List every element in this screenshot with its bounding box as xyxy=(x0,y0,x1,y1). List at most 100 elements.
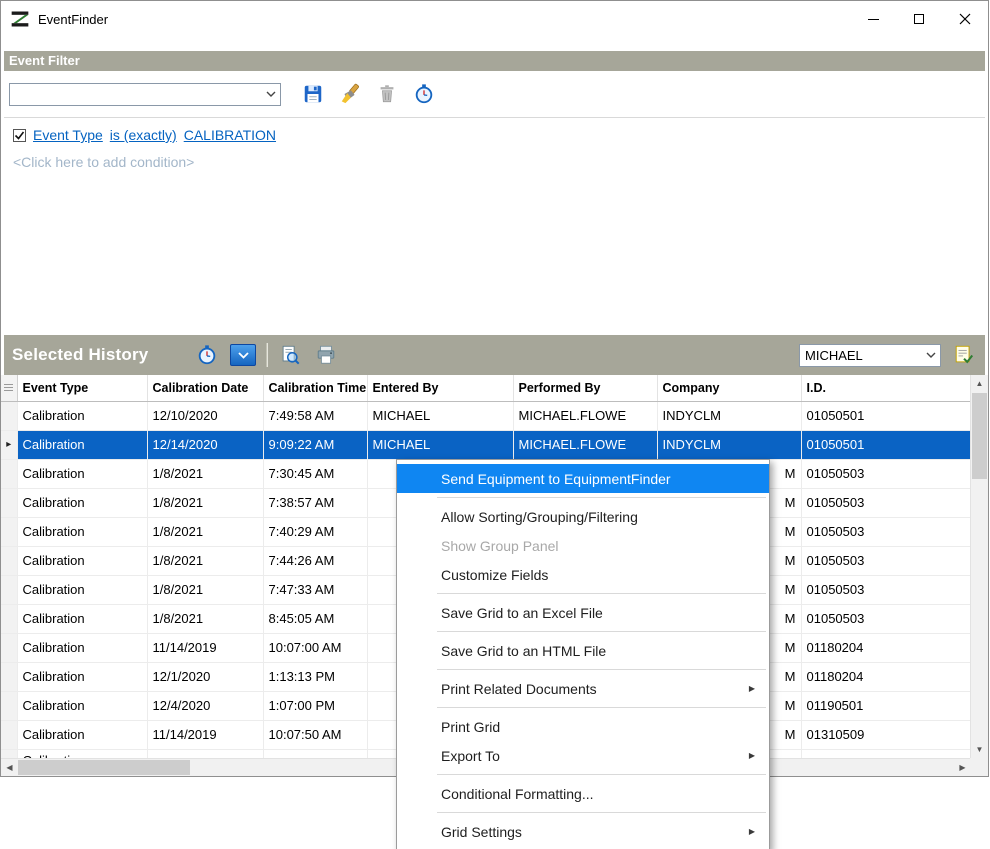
column-header-company[interactable]: Company xyxy=(657,375,801,401)
menu-item[interactable]: Save Grid to an Excel File xyxy=(397,598,769,627)
chevron-down-icon[interactable] xyxy=(262,84,280,105)
cell-id[interactable]: 01050503 xyxy=(801,488,971,517)
menu-item[interactable]: Send Equipment to EquipmentFinder xyxy=(397,464,769,493)
cell-id[interactable]: 01050503 xyxy=(801,459,971,488)
cell-time[interactable]: 7:44:26 AM xyxy=(263,546,367,575)
cell-time[interactable]: 7:38:57 AM xyxy=(263,488,367,517)
cell-event_type[interactable]: Calibration xyxy=(17,604,147,633)
cell-id[interactable]: 01050503 xyxy=(801,546,971,575)
cell-id[interactable]: 01050503 xyxy=(801,575,971,604)
delete-filter-button[interactable] xyxy=(374,81,400,107)
timer-button[interactable] xyxy=(411,81,437,107)
scroll-up-button[interactable]: ▲ xyxy=(971,375,988,392)
cell-event_type[interactable]: Calibration xyxy=(17,633,147,662)
cell-company[interactable]: INDYCLM xyxy=(657,430,801,459)
cell-date[interactable]: 12/4/2020 xyxy=(147,691,263,720)
cell-time[interactable]: 10:07:00 AM xyxy=(263,633,367,662)
save-filter-button[interactable] xyxy=(300,81,326,107)
condition-value-link[interactable]: CALIBRATION xyxy=(184,127,276,143)
cell-date[interactable]: 11/14/2019 xyxy=(147,720,263,749)
menu-item[interactable]: Grid Settings▶ xyxy=(397,817,769,846)
cell-id[interactable]: 01050501 xyxy=(801,401,971,430)
cell-date[interactable]: 12/14/2020 xyxy=(147,430,263,459)
column-header-performed-by[interactable]: Performed By xyxy=(513,375,657,401)
cell-event_type[interactable]: Calibration xyxy=(17,575,147,604)
cell-date[interactable]: 1/8/2021 xyxy=(147,488,263,517)
column-header-calibration-date[interactable]: Calibration Date xyxy=(147,375,263,401)
cell-id[interactable]: 01190501 xyxy=(801,691,971,720)
menu-item[interactable]: Customize Fields xyxy=(397,560,769,589)
cell-event_type[interactable]: Calibration xyxy=(17,546,147,575)
cell-event_type[interactable]: Calibration xyxy=(17,517,147,546)
cell-id[interactable]: 01050503 xyxy=(801,604,971,633)
cell-id[interactable]: 01050503 xyxy=(801,517,971,546)
menu-item[interactable]: Print Grid xyxy=(397,712,769,741)
clear-filter-button[interactable] xyxy=(337,81,363,107)
column-header-id[interactable]: I.D. xyxy=(801,375,971,401)
cell-entered_by[interactable]: MICHAEL xyxy=(367,401,513,430)
cell-event_type[interactable]: Calibration xyxy=(17,691,147,720)
cell-date[interactable]: 12/10/2020 xyxy=(147,401,263,430)
cell-date[interactable]: 1/8/2021 xyxy=(147,517,263,546)
cell-id[interactable]: 01180204 xyxy=(801,633,971,662)
edit-list-button[interactable] xyxy=(951,342,977,368)
cell-id[interactable]: 01310509 xyxy=(801,720,971,749)
vertical-scrollbar-thumb[interactable] xyxy=(972,393,987,479)
cell-time[interactable]: 7:30:45 AM xyxy=(263,459,367,488)
add-condition-link[interactable]: <Click here to add condition> xyxy=(13,154,976,170)
menu-item[interactable]: Print Related Documents▶ xyxy=(397,674,769,703)
cell-time[interactable]: 1:07:00 PM xyxy=(263,691,367,720)
cell-entered_by[interactable]: MICHAEL xyxy=(367,430,513,459)
cell-event_type[interactable]: Calibration xyxy=(17,401,147,430)
cell-date[interactable]: 12/1/2020 xyxy=(147,662,263,691)
cell-time[interactable]: 7:47:33 AM xyxy=(263,575,367,604)
cell-time[interactable]: 10:07:50 AM xyxy=(263,720,367,749)
cell-time[interactable]: 1:13:13 PM xyxy=(263,662,367,691)
horizontal-scrollbar-thumb[interactable] xyxy=(18,760,190,775)
cell-time[interactable]: 7:49:58 AM xyxy=(263,401,367,430)
scroll-down-button[interactable]: ▼ xyxy=(971,741,988,758)
cell-event_type[interactable]: Calibration xyxy=(17,459,147,488)
filter-preset-combo[interactable] xyxy=(9,83,281,106)
column-header-entered-by[interactable]: Entered By xyxy=(367,375,513,401)
cell-company[interactable]: INDYCLM xyxy=(657,401,801,430)
cell-id[interactable]: 01180204 xyxy=(801,662,971,691)
condition-checkbox[interactable] xyxy=(13,129,26,142)
cell-date[interactable]: 1/8/2021 xyxy=(147,546,263,575)
history-timer-button[interactable] xyxy=(194,342,220,368)
cell-event_type[interactable]: Calibration xyxy=(17,488,147,517)
column-header-calibration-time[interactable]: Calibration Time xyxy=(263,375,367,401)
close-button[interactable] xyxy=(942,1,988,37)
cell-performed_by[interactable]: MICHAEL.FLOWE xyxy=(513,430,657,459)
cell-event_type[interactable]: Calibration xyxy=(17,720,147,749)
cell-time[interactable]: 9:09:22 AM xyxy=(263,430,367,459)
vertical-scrollbar[interactable]: ▲ ▼ xyxy=(970,375,988,758)
cell-time[interactable]: 8:45:05 AM xyxy=(263,604,367,633)
column-header-event-type[interactable]: Event Type xyxy=(17,375,147,401)
maximize-button[interactable] xyxy=(896,1,942,37)
cell-event_type[interactable]: Calibration xyxy=(17,430,147,459)
chevron-down-icon[interactable] xyxy=(922,345,940,366)
table-row[interactable]: ▸Calibration12/14/20209:09:22 AMMICHAELM… xyxy=(1,430,971,459)
cell-date[interactable]: 1/8/2021 xyxy=(147,575,263,604)
menu-item[interactable]: Save Grid to an HTML File xyxy=(397,636,769,665)
menu-item[interactable]: Allow Sorting/Grouping/Filtering xyxy=(397,502,769,531)
history-options-dropdown-button[interactable] xyxy=(230,344,256,366)
print-button[interactable] xyxy=(313,342,339,368)
cell-id[interactable]: 01050501 xyxy=(801,430,971,459)
scroll-right-button[interactable]: ▶ xyxy=(954,759,971,776)
cell-performed_by[interactable]: MICHAEL.FLOWE xyxy=(513,401,657,430)
menu-item[interactable]: Conditional Formatting... xyxy=(397,779,769,808)
cell-date[interactable]: 1/8/2021 xyxy=(147,459,263,488)
cell-date[interactable]: 1/8/2021 xyxy=(147,604,263,633)
table-row[interactable]: Calibration12/10/20207:49:58 AMMICHAELMI… xyxy=(1,401,971,430)
scroll-left-button[interactable]: ◀ xyxy=(1,759,18,776)
minimize-button[interactable] xyxy=(850,1,896,37)
print-preview-button[interactable] xyxy=(277,342,303,368)
menu-item[interactable]: Export To▶ xyxy=(397,741,769,770)
condition-field-link[interactable]: Event Type xyxy=(33,127,103,143)
user-combo[interactable]: MICHAEL xyxy=(799,344,941,367)
cell-time[interactable]: 7:40:29 AM xyxy=(263,517,367,546)
cell-event_type[interactable]: Calibration xyxy=(17,662,147,691)
condition-operator-link[interactable]: is (exactly) xyxy=(110,127,177,143)
